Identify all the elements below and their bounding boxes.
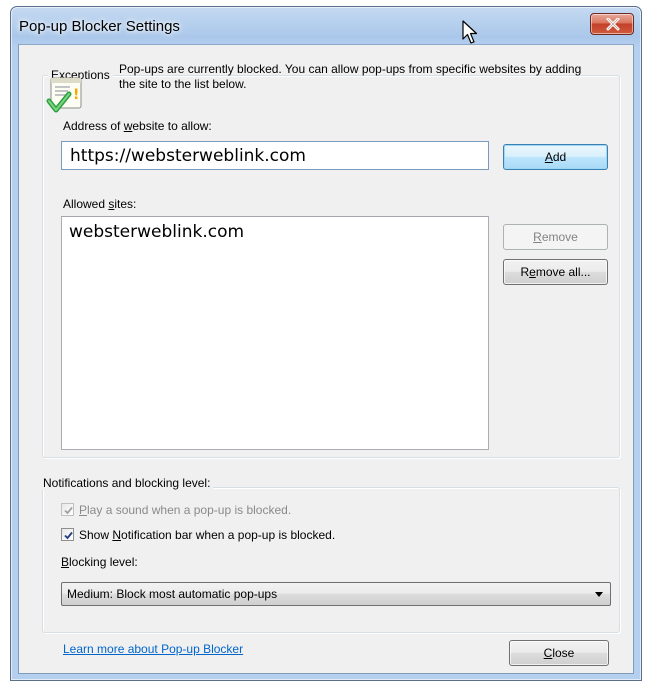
window-title: Pop-up Blocker Settings	[19, 18, 180, 35]
blocking-label-accel: B	[61, 555, 70, 569]
dialog-client-area: Exceptions ! Pop-ups are currently block…	[18, 44, 634, 674]
checkmark-icon	[64, 531, 73, 540]
remove-button-accel: R	[533, 230, 542, 244]
mouse-pointer-icon	[462, 20, 478, 44]
dialog-window: Pop-up Blocker Settings Exceptions ! Pop…	[10, 6, 642, 681]
close-button-part: lose	[552, 646, 575, 660]
play-sound-label-accel: P	[79, 503, 88, 517]
address-label-part: Address of	[63, 119, 124, 133]
allowed-label-part: Allowed	[63, 197, 109, 211]
blocking-level-label: Blocking level:	[61, 555, 138, 570]
title-bar[interactable]: Pop-up Blocker Settings	[11, 7, 641, 47]
remove-all-button-part: R	[520, 265, 530, 279]
blocking-level-value: Medium: Block most automatic pop-ups	[67, 587, 278, 601]
remove-all-button-part: move all...	[535, 265, 591, 279]
exceptions-info-text: Pop-ups are currently blocked. You can a…	[119, 62, 582, 91]
show-bar-label-accel: N	[112, 528, 122, 542]
show-notification-bar-checkbox[interactable]	[61, 528, 74, 541]
website-address-input[interactable]	[61, 141, 489, 170]
address-label-part: ebsite to allow:	[132, 119, 212, 133]
close-button[interactable]: Close	[509, 640, 609, 666]
remove-all-button-accel: e	[529, 265, 536, 279]
notifications-group-label: Notifications and blocking level:	[40, 476, 214, 490]
list-item[interactable]: websterweblink.com	[69, 221, 481, 243]
learn-more-link[interactable]: Learn more about Pop-up Blocker	[63, 642, 243, 656]
chevron-down-icon	[595, 592, 603, 597]
remove-all-button[interactable]: Remove all...	[503, 259, 608, 285]
address-label: Address of website to allow:	[63, 119, 212, 134]
show-bar-label-part: Show	[79, 528, 113, 542]
close-icon	[606, 18, 620, 31]
blocking-label-part: locking level:	[69, 555, 138, 569]
play-sound-label: Play a sound when a pop-up is blocked.	[79, 503, 291, 518]
warning-check-icon: !	[46, 77, 82, 113]
remove-button[interactable]: Remove	[503, 224, 608, 250]
play-sound-label-part: lay a sound when a pop-up is blocked.	[87, 503, 292, 517]
blocking-level-select[interactable]: Medium: Block most automatic pop-ups	[61, 582, 611, 606]
add-button[interactable]: Add	[503, 144, 608, 170]
show-bar-label-part: otification bar when a pop-up is blocked…	[121, 528, 336, 542]
add-button-part: dd	[552, 150, 567, 164]
allowed-sites-label: Allowed sites:	[63, 197, 136, 212]
show-notification-bar-label: Show Notification bar when a pop-up is b…	[79, 528, 335, 543]
allowed-label-part: ites:	[114, 197, 137, 211]
svg-text:!: !	[73, 87, 79, 103]
remove-button-part: emove	[541, 230, 578, 244]
add-button-accel: A	[544, 150, 553, 164]
checkmark-icon	[64, 506, 73, 515]
window-close-button[interactable]	[590, 13, 634, 35]
play-sound-checkbox[interactable]	[61, 503, 74, 516]
allowed-sites-list[interactable]: websterweblink.com	[61, 216, 489, 450]
